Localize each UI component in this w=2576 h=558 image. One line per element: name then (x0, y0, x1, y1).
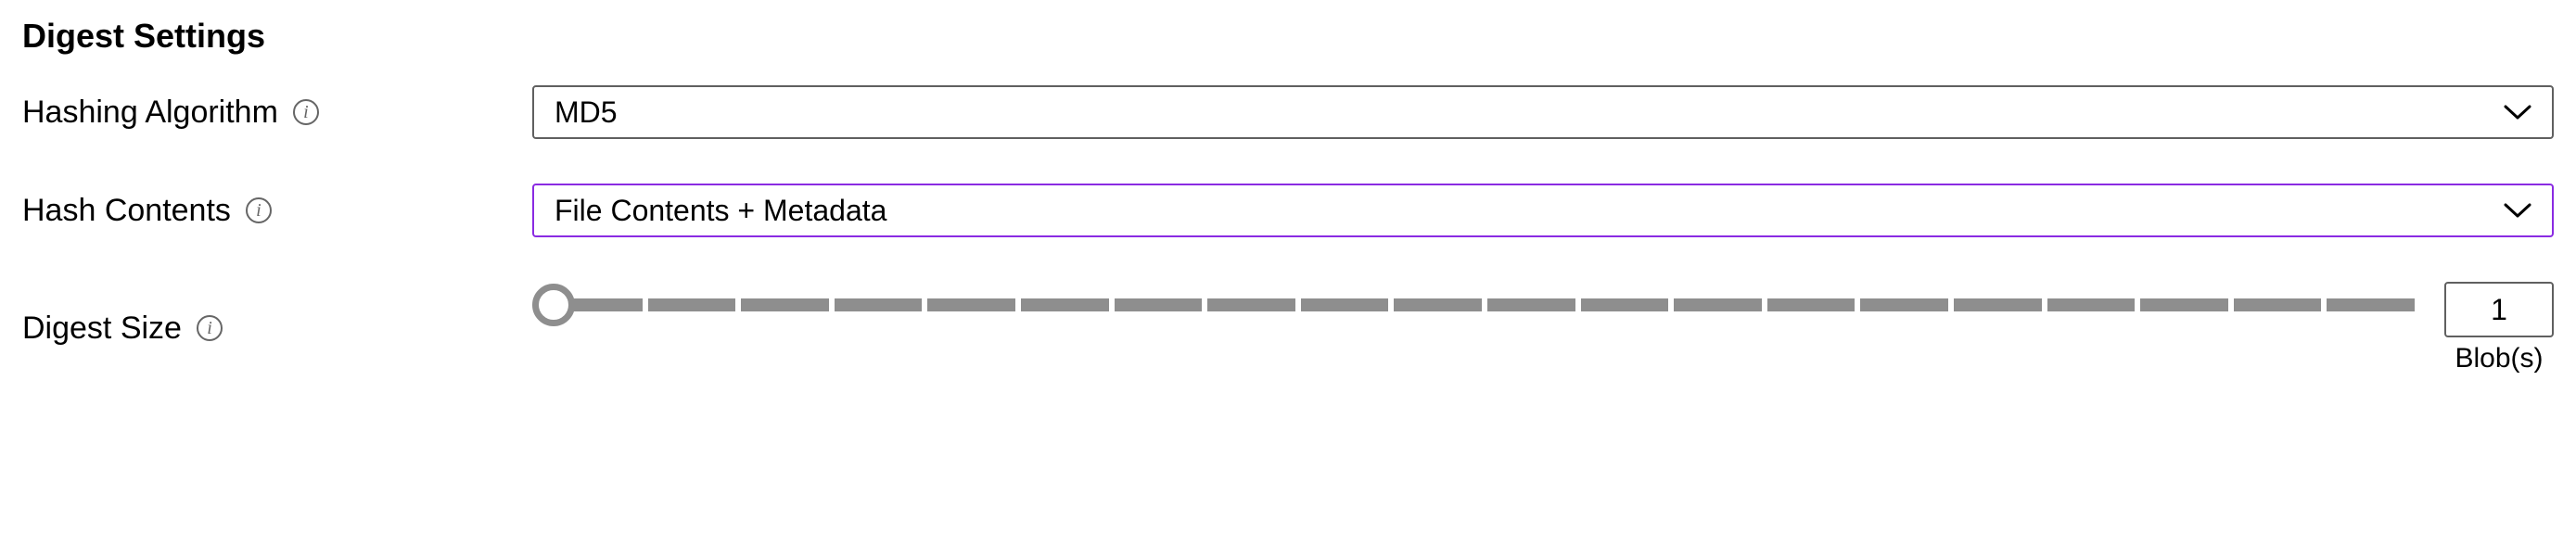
slider-tick (2047, 298, 2136, 311)
digest-size-unit: Blob(s) (2455, 343, 2543, 374)
hash-contents-value: File Contents + Metadata (555, 194, 886, 228)
info-icon[interactable]: i (197, 315, 223, 341)
label-hash-contents: Hash Contents (22, 193, 231, 229)
slider-tick (1115, 298, 1203, 311)
label-hashing-algorithm: Hashing Algorithm (22, 95, 278, 131)
row-hashing-algorithm: Hashing Algorithm i MD5 (22, 85, 2554, 139)
slider-tick (1301, 298, 1389, 311)
slider-thumb[interactable] (532, 284, 575, 326)
digest-size-input[interactable] (2444, 282, 2554, 337)
slider-tick (1394, 298, 1482, 311)
slider-tick (1860, 298, 1948, 311)
hash-contents-select[interactable]: File Contents + Metadata (532, 184, 2554, 237)
slider-tick (1954, 298, 2042, 311)
row-hash-contents: Hash Contents i File Contents + Metadata (22, 184, 2554, 237)
label-digest-size: Digest Size (22, 311, 182, 347)
info-icon[interactable]: i (293, 99, 319, 125)
label-hashing-algorithm-wrap: Hashing Algorithm i (22, 95, 532, 131)
hashing-algorithm-select[interactable]: MD5 (532, 85, 2554, 139)
digest-size-slider[interactable] (532, 282, 2415, 328)
chevron-down-icon (2504, 104, 2531, 120)
slider-tick (1487, 298, 1575, 311)
slider-tick (835, 298, 923, 311)
slider-tick (1207, 298, 1295, 311)
slider-track (555, 298, 2415, 311)
section-title: Digest Settings (22, 17, 2554, 56)
slider-tick (2140, 298, 2228, 311)
hashing-algorithm-value: MD5 (555, 95, 618, 130)
slider-tick (741, 298, 829, 311)
slider-tick (1767, 298, 1855, 311)
slider-tick (1674, 298, 1762, 311)
chevron-down-icon (2504, 202, 2531, 219)
slider-tick (1581, 298, 1669, 311)
row-digest-size: Digest Size i Blob(s) (22, 282, 2554, 374)
slider-tick (2327, 298, 2415, 311)
slider-tick (648, 298, 736, 311)
slider-tick (2234, 298, 2322, 311)
label-hash-contents-wrap: Hash Contents i (22, 193, 532, 229)
slider-tick (927, 298, 1015, 311)
slider-tick (1021, 298, 1109, 311)
info-icon[interactable]: i (246, 197, 272, 223)
label-digest-size-wrap: Digest Size i (22, 311, 532, 347)
